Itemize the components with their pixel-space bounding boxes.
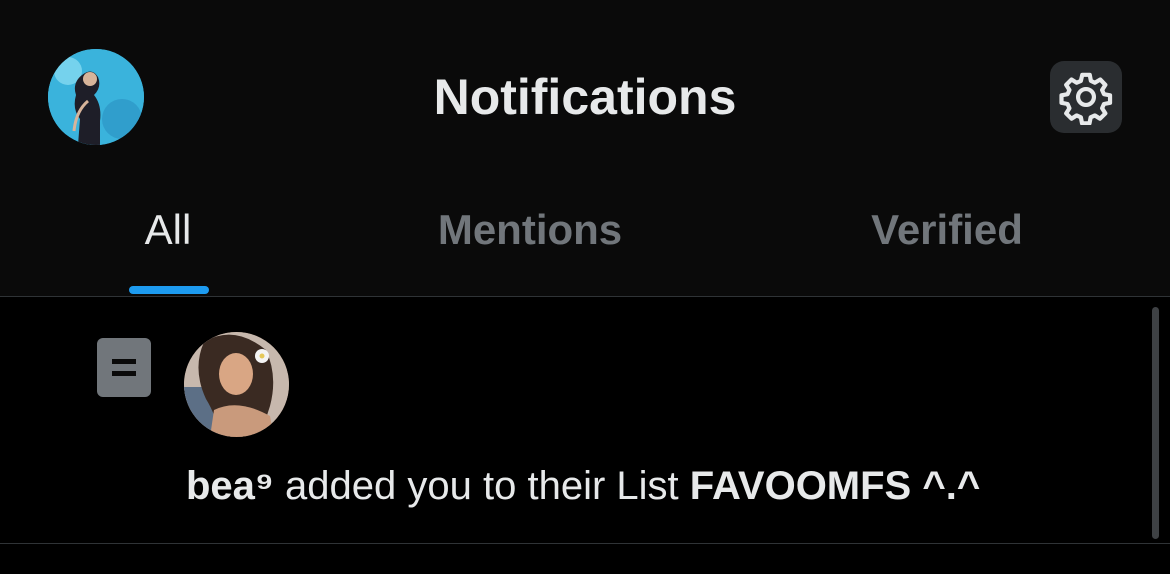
actor-avatar-image [184,332,289,437]
actor-name[interactable]: bea⁹ [186,464,274,508]
settings-button[interactable] [1050,61,1122,133]
top-header: Notifications All Mentions Verified [0,0,1170,297]
notification-action: added you to their List [273,464,690,508]
list-notification[interactable]: bea⁹ added you to their List FAVOOMFS ^.… [0,297,1170,544]
tab-verified[interactable]: Verified [797,196,1097,296]
page-title: Notifications [433,69,737,125]
actor-avatar[interactable] [184,332,289,437]
gear-icon [1059,72,1113,125]
notification-feed: bea⁹ added you to their List FAVOOMFS ^.… [0,297,1170,574]
notification-text: bea⁹ added you to their List FAVOOMFS ^.… [186,460,980,512]
list-icon [97,338,151,397]
list-name[interactable]: FAVOOMFS ^.^ [690,464,980,508]
tab-all[interactable]: All [88,196,248,296]
tab-mentions[interactable]: Mentions [380,196,680,296]
feed-scrollbar[interactable] [1152,307,1159,539]
notification-tabs: All Mentions Verified [0,196,1170,296]
active-tab-indicator [129,286,209,294]
